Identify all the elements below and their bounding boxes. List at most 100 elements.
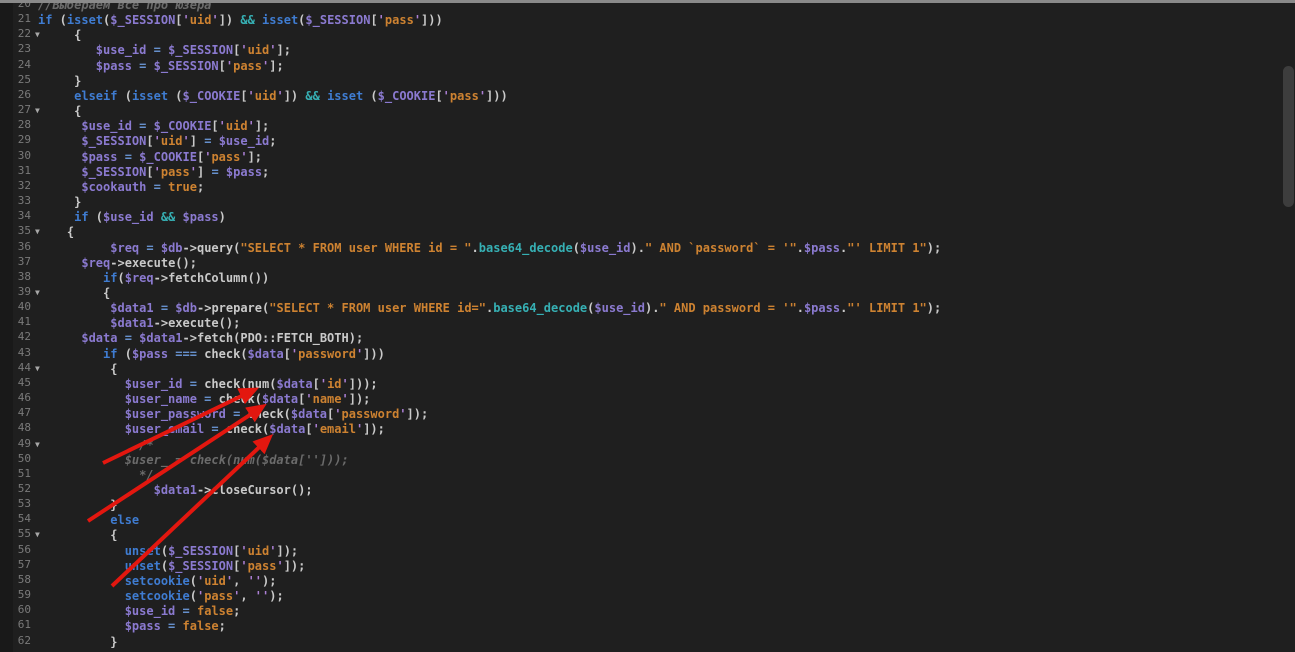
line-number: 35	[0, 223, 31, 238]
code-line[interactable]: 29 $_SESSION['uid'] = $use_id;	[0, 132, 1272, 147]
code-text: $data1->closeCursor();	[38, 483, 313, 497]
code-line[interactable]: 51 */	[0, 466, 1272, 481]
code-line[interactable]: 43 if ($pass === check($data['password']…	[0, 345, 1272, 360]
code-line[interactable]: 57 unset($_SESSION['pass']);	[0, 557, 1272, 572]
code-line[interactable]: 60 $use_id = false;	[0, 602, 1272, 617]
line-number: 23	[0, 41, 31, 56]
code-line[interactable]: 47 $user_password = check($data['passwor…	[0, 405, 1272, 420]
code-line[interactable]: 40 $data1 = $db->prepare("SELECT * FROM …	[0, 299, 1272, 314]
line-number: 56	[0, 542, 31, 557]
scrollbar-thumb[interactable]	[1283, 66, 1294, 207]
code-text: {	[38, 28, 81, 42]
fold-arrow-icon[interactable]: ▼	[35, 103, 40, 118]
line-number: 48	[0, 420, 31, 435]
code-line[interactable]: 25 }	[0, 72, 1272, 87]
fold-arrow-icon[interactable]: ▼	[35, 285, 40, 300]
code-line[interactable]: 27▼ {	[0, 102, 1272, 117]
line-number: 46	[0, 390, 31, 405]
code-line[interactable]: 58 setcookie('uid', '');	[0, 572, 1272, 587]
code-line[interactable]: 24 $pass = $_SESSION['pass'];	[0, 57, 1272, 72]
code-text: else	[38, 513, 139, 527]
line-number: 33	[0, 193, 31, 208]
code-text: $data1 = $db->prepare("SELECT * FROM use…	[38, 301, 941, 315]
code-line[interactable]: 28 $use_id = $_COOKIE['uid'];	[0, 117, 1272, 132]
code-text: $pass = $_COOKIE['pass'];	[38, 150, 262, 164]
code-line[interactable]: 44 ▼ {	[0, 360, 1272, 375]
line-number: 62	[0, 633, 31, 648]
code-text: if ($use_id && $pass)	[38, 210, 226, 224]
line-number: 27	[0, 102, 31, 117]
code-line[interactable]: 31 $_SESSION['pass'] = $pass;	[0, 163, 1272, 178]
line-number: 54	[0, 511, 31, 526]
code-line[interactable]: 55▼ {	[0, 526, 1272, 541]
code-text: $user_email = check($data['email']);	[38, 422, 385, 436]
code-line[interactable]: 50 $user_ = check(num($data['']));	[0, 451, 1272, 466]
code-line[interactable]: 41 $data1->execute();	[0, 314, 1272, 329]
line-number: 60	[0, 602, 31, 617]
code-line[interactable]: 36 $req = $db->query("SELECT * FROM user…	[0, 239, 1272, 254]
code-line[interactable]: 39▼ {	[0, 284, 1272, 299]
line-number: 26	[0, 87, 31, 102]
code-text: {	[38, 362, 117, 376]
code-line[interactable]: 49▼ /*	[0, 436, 1272, 451]
code-text: {	[38, 225, 74, 239]
code-text: $_SESSION['uid'] = $use_id;	[38, 134, 277, 148]
code-text: $req = $db->query("SELECT * FROM user WH…	[38, 241, 941, 255]
code-text: $user_name = check($data['name']);	[38, 392, 370, 406]
code-line[interactable]: 56 unset($_SESSION['uid']);	[0, 542, 1272, 557]
code-line[interactable]: 46 $user_name = check($data['name']);	[0, 390, 1272, 405]
line-number: 53	[0, 496, 31, 511]
fold-arrow-icon[interactable]: ▼	[35, 527, 40, 542]
code-text: unset($_SESSION['pass']);	[38, 559, 305, 573]
code-line[interactable]: 59 setcookie('pass', '');	[0, 587, 1272, 602]
line-number: 61	[0, 617, 31, 632]
code-text: }	[38, 195, 81, 209]
fold-arrow-icon[interactable]: ▼	[35, 27, 40, 42]
line-number: 57	[0, 557, 31, 572]
code-text: $req->execute();	[38, 256, 197, 270]
code-area[interactable]: 20//Выбераем все про юзера21if (isset($_…	[0, 0, 1272, 648]
code-line[interactable]: 61 $pass = false;	[0, 617, 1272, 632]
line-number: 52	[0, 481, 31, 496]
code-text: $user_id = check(num($data['id']));	[38, 377, 378, 391]
code-line[interactable]: 54 else	[0, 511, 1272, 526]
code-line[interactable]: 34 if ($use_id && $pass)	[0, 208, 1272, 223]
code-line[interactable]: 52 $data1->closeCursor();	[0, 481, 1272, 496]
code-line[interactable]: 23 $use_id = $_SESSION['uid'];	[0, 41, 1272, 56]
code-line[interactable]: 22▼ {	[0, 26, 1272, 41]
line-number: 41	[0, 314, 31, 329]
code-line[interactable]: 32 $cookauth = true;	[0, 178, 1272, 193]
code-text: $use_id = false;	[38, 604, 240, 618]
code-text: }	[38, 498, 117, 512]
code-text: $pass = $_SESSION['pass'];	[38, 59, 284, 73]
code-line[interactable]: 21 if (isset($_SESSION['uid']) && isset($…	[0, 11, 1272, 26]
top-border-strip	[0, 0, 1295, 3]
code-text: if($req->fetchColumn())	[38, 271, 269, 285]
code-line[interactable]: 30 $pass = $_COOKIE['pass'];	[0, 148, 1272, 163]
line-number: 30	[0, 148, 31, 163]
code-text: if (isset($_SESSION['uid']) && isset($_S…	[38, 13, 443, 27]
line-number: 29	[0, 132, 31, 147]
code-line[interactable]: 48 $user_email = check($data['email']);	[0, 420, 1272, 435]
code-text: $user_ = check(num($data['']));	[38, 453, 349, 467]
code-line[interactable]: 45 $user_id = check(num($data['id']));	[0, 375, 1272, 390]
code-line[interactable]: 62 }	[0, 633, 1272, 648]
code-line[interactable]: 35 ▼ {	[0, 223, 1272, 238]
code-line[interactable]: 38 if($req->fetchColumn())	[0, 269, 1272, 284]
code-line[interactable]: 42 $data = $data1->fetch(PDO::FETCH_BOTH…	[0, 329, 1272, 344]
line-number: 44	[0, 360, 31, 375]
fold-arrow-icon[interactable]: ▼	[35, 224, 40, 239]
code-line[interactable]: 26 elseif (isset ($_COOKIE['uid']) && is…	[0, 87, 1272, 102]
line-number: 21	[0, 11, 31, 26]
code-text: if ($pass === check($data['password']))	[38, 347, 385, 361]
fold-arrow-icon[interactable]: ▼	[35, 361, 40, 376]
code-line[interactable]: 33 }	[0, 193, 1272, 208]
line-number: 42	[0, 329, 31, 344]
code-text: {	[38, 528, 117, 542]
code-line[interactable]: 37 $req->execute();	[0, 254, 1272, 269]
code-line[interactable]: 53 }	[0, 496, 1272, 511]
line-number: 28	[0, 117, 31, 132]
fold-arrow-icon[interactable]: ▼	[35, 437, 40, 452]
code-text: unset($_SESSION['uid']);	[38, 544, 298, 558]
line-number: 24	[0, 57, 31, 72]
